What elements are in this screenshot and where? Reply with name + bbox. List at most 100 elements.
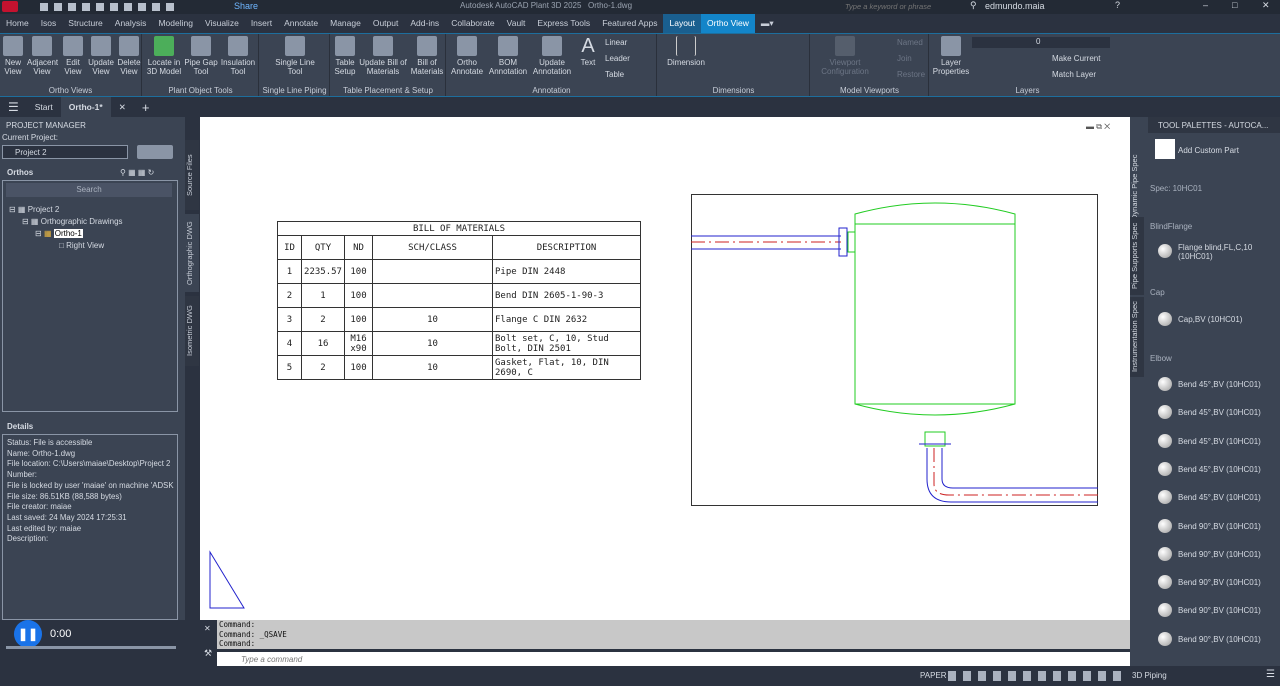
table-setup-button[interactable]: Table Setup — [333, 36, 357, 76]
tree-item-orthographic-drawings[interactable]: ⊟ ▦ Orthographic Drawings — [22, 217, 123, 226]
palette-item[interactable]: Bend 90°,BV (10HC01) — [1178, 578, 1261, 587]
insulation-tool-button[interactable]: Insulation Tool — [220, 36, 256, 76]
delete-view-button[interactable]: Delete View — [116, 36, 142, 76]
tab-add-ins[interactable]: Add-ins — [404, 14, 445, 33]
palette-item[interactable]: Bend 45°,BV (10HC01) — [1178, 465, 1261, 474]
tab-instrumentation-spec[interactable]: Instrumentation Spec — [1130, 297, 1144, 377]
tree-search-input[interactable]: Search — [6, 183, 172, 197]
tab-start[interactable]: Start — [27, 102, 61, 112]
tree-item-project[interactable]: ⊟ ▦ Project 2 — [9, 205, 59, 214]
tab-isos[interactable]: Isos — [35, 14, 63, 33]
linear-button[interactable]: Linear — [605, 38, 627, 47]
tab-vault[interactable]: Vault — [501, 14, 532, 33]
tab-visualize[interactable]: Visualize — [199, 14, 245, 33]
maximize-button[interactable]: □ — [1232, 0, 1237, 10]
current-project-dropdown[interactable]: Project 2 — [2, 145, 128, 159]
customize-icon[interactable]: ☰ — [1266, 669, 1275, 680]
command-input[interactable] — [217, 652, 1130, 666]
new-view-button[interactable]: New View — [1, 36, 25, 76]
join-button[interactable]: Join — [897, 54, 912, 63]
layer-dropdown[interactable]: 0 — [972, 37, 1110, 48]
tree-item-right-view[interactable]: □ Right View — [59, 241, 104, 250]
restore-button[interactable]: Restore — [897, 70, 925, 79]
command-close-icon[interactable]: ✕ — [204, 624, 211, 633]
ribbon-toggle-icon[interactable]: ▬▾ — [755, 14, 780, 33]
tab-modeling[interactable]: Modeling — [152, 14, 199, 33]
palette-item[interactable]: Cap,BV (10HC01) — [1178, 315, 1242, 324]
tab-isometric-dwg[interactable]: Isometric DWG — [185, 296, 199, 366]
app-logo[interactable] — [2, 1, 18, 12]
tab-manage[interactable]: Manage — [324, 14, 367, 33]
tab-output[interactable]: Output — [367, 14, 405, 33]
tab-analysis[interactable]: Analysis — [109, 14, 153, 33]
search-icon[interactable]: ⚲ — [970, 0, 977, 11]
single-line-tool-button[interactable]: Single Line Tool — [270, 36, 320, 76]
bom-annotation-button[interactable]: BOM Annotation — [487, 36, 529, 76]
pipe-gap-tool-button[interactable]: Pipe Gap Tool — [184, 36, 218, 76]
tab-ortho-view[interactable]: Ortho View — [701, 14, 755, 33]
menu-icon[interactable]: ☰ — [0, 100, 27, 114]
palette-item[interactable]: Bend 90°,BV (10HC01) — [1178, 522, 1261, 531]
locate-in-3d-model-button[interactable]: Locate in 3D Model — [146, 36, 182, 76]
tab-home[interactable]: Home — [0, 14, 35, 33]
minimize-button[interactable]: – — [1203, 0, 1208, 10]
print-publish-icon[interactable] — [137, 145, 173, 159]
bill-of-materials-button[interactable]: Bill of Materials — [409, 36, 445, 76]
palette-item[interactable]: Flange blind,FL,C,10 (10HC01) — [1178, 243, 1273, 261]
leader-button[interactable]: Leader — [605, 54, 630, 63]
tab-ortho-1[interactable]: Ortho-1* — [60, 97, 111, 117]
text-button[interactable]: A Text — [575, 36, 601, 67]
status-toggle-icons[interactable] — [948, 671, 1123, 681]
palette-item[interactable]: Bend 90°,BV (10HC01) — [1178, 606, 1261, 615]
named-button[interactable]: Named — [897, 38, 923, 47]
tab-annotate[interactable]: Annotate — [278, 14, 324, 33]
dimension-button[interactable]: Dimension — [664, 36, 708, 67]
tab-pipe-supports-spec[interactable]: Pipe Supports Spec — [1130, 217, 1144, 295]
wrench-icon[interactable]: ⚒ — [204, 648, 212, 659]
palette-item[interactable]: Bend 45°,BV (10HC01) — [1178, 493, 1261, 502]
bill-of-materials-table[interactable]: BILL OF MATERIALS ID QTY ND SCH/CLASS DE… — [277, 221, 641, 380]
share-button[interactable]: Share — [234, 1, 258, 11]
tab-express-tools[interactable]: Express Tools — [531, 14, 596, 33]
update-view-button[interactable]: Update View — [87, 36, 115, 76]
add-custom-part-button[interactable]: Add Custom Part — [1178, 146, 1239, 155]
match-layer-button[interactable]: Match Layer — [1052, 70, 1096, 79]
edit-view-button[interactable]: Edit View — [61, 36, 85, 76]
orthos-toolbar-icons[interactable]: ⚲ ▦ ▦ ↻ — [120, 168, 154, 177]
palette-item[interactable]: Bend 90°,BV (10HC01) — [1178, 550, 1261, 559]
palette-item[interactable]: Bend 45°,BV (10HC01) — [1178, 408, 1261, 417]
paper-space-toggle[interactable]: PAPER — [920, 671, 947, 680]
tab-collaborate[interactable]: Collaborate — [445, 14, 500, 33]
viewport-configuration-button[interactable]: Viewport Configuration — [815, 36, 875, 76]
tab-structure[interactable]: Structure — [62, 14, 109, 33]
help-search-input[interactable] — [845, 1, 965, 12]
user-name[interactable]: edmundo.maia — [985, 1, 1045, 11]
tab-layout[interactable]: Layout — [663, 14, 702, 33]
help-icon[interactable]: ? — [1115, 0, 1120, 10]
pause-button[interactable]: ❚❚ — [14, 620, 42, 648]
make-current-button[interactable]: Make Current — [1052, 54, 1100, 63]
tab-insert[interactable]: Insert — [245, 14, 278, 33]
ortho-annotate-button[interactable]: Ortho Annotate — [449, 36, 485, 76]
tree-item-ortho-1[interactable]: ⊟ ▦ Ortho-1 — [35, 229, 83, 238]
adjacent-view-button[interactable]: Adjacent View — [27, 36, 58, 76]
palette-item[interactable]: Bend 90°,BV (10HC01) — [1178, 635, 1261, 644]
update-annotation-button[interactable]: Update Annotation — [531, 36, 573, 76]
tab-orthographic-dwg[interactable]: Orthographic DWG — [185, 214, 199, 292]
video-progress-bar[interactable] — [6, 646, 176, 649]
viewport-controls[interactable]: ▬ ⧉ ✕ — [1086, 122, 1110, 132]
close-tab-icon[interactable]: ✕ — [111, 102, 134, 113]
palette-item[interactable]: Bend 45°,BV (10HC01) — [1178, 380, 1261, 389]
palette-item[interactable]: Bend 45°,BV (10HC01) — [1178, 437, 1261, 446]
tab-featured-apps[interactable]: Featured Apps — [596, 14, 663, 33]
close-button[interactable]: ✕ — [1262, 0, 1270, 11]
vessel-viewport[interactable] — [691, 194, 1099, 507]
workspace-switcher[interactable]: 3D Piping — [1132, 671, 1167, 680]
table-button[interactable]: Table — [605, 70, 624, 79]
quick-access-toolbar[interactable] — [40, 3, 180, 11]
drawing-icon: ▦ — [43, 229, 52, 238]
update-bom-button[interactable]: Update Bill of Materials — [359, 36, 407, 76]
tab-source-files[interactable]: Source Files — [185, 140, 199, 210]
layer-properties-button[interactable]: Layer Properties — [932, 36, 970, 76]
new-tab-button[interactable]: + — [134, 100, 158, 115]
